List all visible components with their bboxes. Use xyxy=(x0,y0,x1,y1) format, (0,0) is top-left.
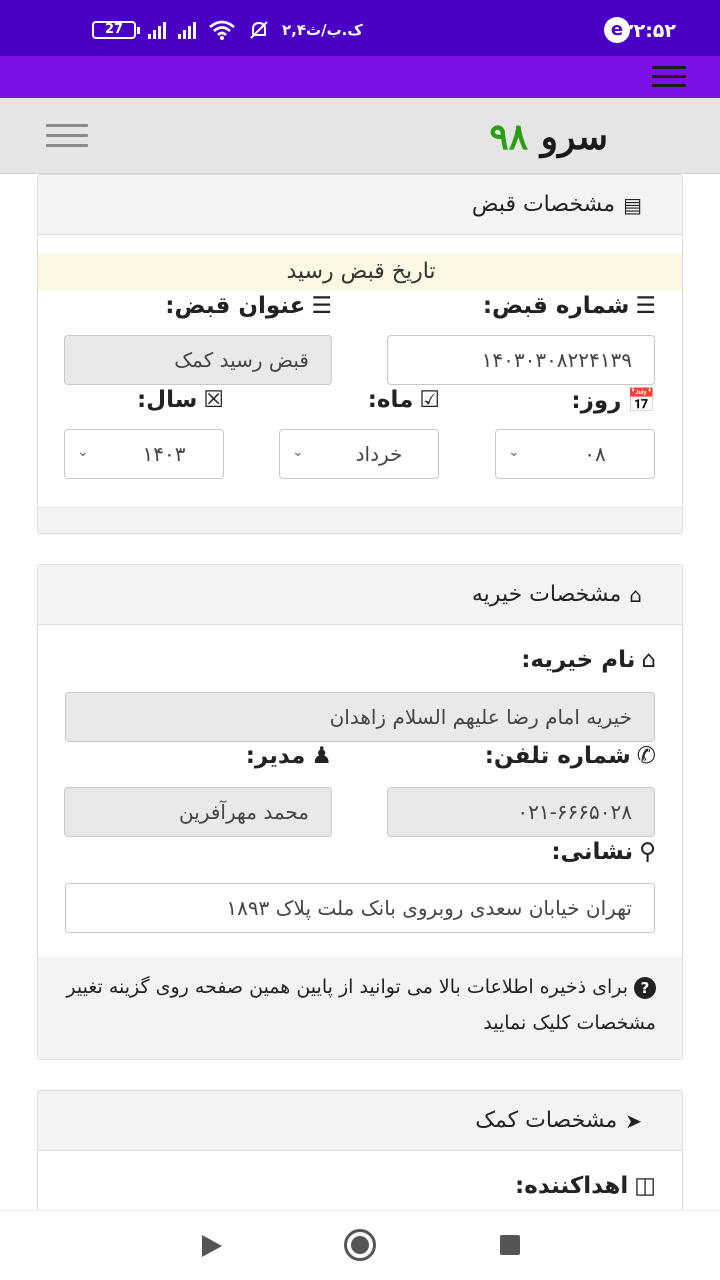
charity-name-label: ⌂نام خیریه: xyxy=(521,647,656,673)
menu-icon[interactable] xyxy=(652,66,686,88)
day-label: 📅روز: xyxy=(571,388,656,414)
charity-card-header: ⌂ مشخصات خیریه xyxy=(38,565,682,625)
manager-input[interactable]: محمد مهرآفرین xyxy=(64,787,332,837)
receipt-date-banner: تاریخ قبض رسید xyxy=(38,253,682,291)
network-speed: ۲,۴ک.ب/ث xyxy=(282,21,363,39)
aid-card-header: ➤ مشخصات کمک xyxy=(38,1091,682,1151)
logo-word: سرو xyxy=(540,116,608,158)
logo-number: ۹۸ xyxy=(489,116,529,158)
help-note: ?برای ذخیره اطلاعات بالا می توانید از پا… xyxy=(38,957,682,1059)
map-marker-icon: ⚲ xyxy=(639,839,656,865)
battery-icon: 27 xyxy=(92,21,140,39)
receipt-card-footer xyxy=(38,507,682,533)
chevron-down-icon: ⌄ xyxy=(292,444,304,460)
rocket-icon: ➤ xyxy=(625,1108,642,1133)
help-text: برای ذخیره اطلاعات بالا می توانید از پای… xyxy=(66,976,656,1034)
aid-card-title: مشخصات کمک xyxy=(475,1108,618,1133)
receipt-number-input[interactable]: ۱۴۰۳۰۳۰۸۲۲۴۱۳۹ xyxy=(387,335,655,385)
receipt-card: ▤ مشخصات قبض تاریخ قبض رسید ☰شماره قبض: … xyxy=(37,174,683,534)
barcode-icon: ☰ xyxy=(635,293,656,319)
receipt-title-input[interactable]: قبض رسید کمک xyxy=(64,335,332,385)
barcode-icon: ☰ xyxy=(311,293,332,319)
home-icon: ⌂ xyxy=(641,647,656,673)
phone-icon: ✆ xyxy=(636,743,656,769)
home-button-icon[interactable] xyxy=(344,1229,376,1261)
status-bar: 27 ۲,۴ک.ب/ث e ۲۲:۵۲ xyxy=(0,0,720,56)
aid-card: ➤ مشخصات کمک ◫اهداکننده: xyxy=(37,1090,683,1230)
charity-name-input[interactable]: خیریه امام رضا علیهم السلام زاهدان xyxy=(65,692,655,742)
chevron-down-icon: ⌄ xyxy=(77,444,89,460)
day-select[interactable]: ۰۸ ⌄ xyxy=(495,429,655,479)
calendar-check-icon: ☑ xyxy=(419,387,440,413)
site-logo[interactable]: سرو ۹۸ xyxy=(489,116,608,158)
chevron-down-icon: ⌄ xyxy=(508,444,520,460)
day-select-value: ۰۸ xyxy=(584,442,606,466)
user-icon: ♟ xyxy=(311,743,332,769)
mute-notification-icon xyxy=(250,21,268,39)
status-icons: 27 ۲,۴ک.ب/ث xyxy=(92,17,363,43)
system-nav-bar xyxy=(0,1210,720,1280)
year-select-value: ۱۴۰۳ xyxy=(142,442,186,466)
charity-card: ⌂ مشخصات خیریه ⌂نام خیریه: خیریه امام رض… xyxy=(37,564,683,1060)
map-icon: ◫ xyxy=(634,1173,656,1199)
top-nav-bar xyxy=(0,56,720,98)
calendar-icon: 📅 xyxy=(627,388,656,414)
address-label: ⚲نشانی: xyxy=(551,839,656,865)
month-select-value: خرداد xyxy=(355,442,403,466)
donor-label: ◫اهداکننده: xyxy=(515,1173,656,1199)
month-label: ☑ماه: xyxy=(367,387,440,413)
wifi-icon xyxy=(209,20,235,40)
site-header: سرو ۹۸ xyxy=(0,98,720,174)
receipt-title-label: ☰عنوان قبض: xyxy=(165,293,332,319)
recents-icon[interactable] xyxy=(500,1235,520,1255)
home-icon: ⌂ xyxy=(629,582,642,607)
question-circle-icon: ? xyxy=(634,976,656,999)
manager-label: ♟مدیر: xyxy=(245,743,332,769)
book-icon: ▤ xyxy=(623,192,642,217)
address-input[interactable]: تهران خیابان سعدی روبروی بانک ملت پلاک ۱… xyxy=(65,883,655,933)
signal-icon-2 xyxy=(178,21,196,39)
back-icon[interactable] xyxy=(202,1235,222,1257)
calendar-times-icon: ☒ xyxy=(203,387,224,413)
month-select[interactable]: خرداد ⌄ xyxy=(279,429,439,479)
year-select[interactable]: ۱۴۰۳ ⌄ xyxy=(64,429,224,479)
status-time: ۲۲:۵۲ xyxy=(622,20,676,42)
phone-label: ✆شماره تلفن: xyxy=(484,743,656,769)
signal-icon xyxy=(148,21,166,39)
phone-input[interactable]: ۰۲۱-۶۶۶۵۰۲۸ xyxy=(387,787,655,837)
hamburger-icon[interactable] xyxy=(46,124,88,150)
receipt-number-label: ☰شماره قبض: xyxy=(482,293,656,319)
receipt-card-title: مشخصات قبض xyxy=(471,192,616,217)
year-label: ☒سال: xyxy=(136,387,224,413)
receipt-card-header: ▤ مشخصات قبض xyxy=(38,175,682,235)
charity-card-title: مشخصات خیریه xyxy=(471,582,622,607)
